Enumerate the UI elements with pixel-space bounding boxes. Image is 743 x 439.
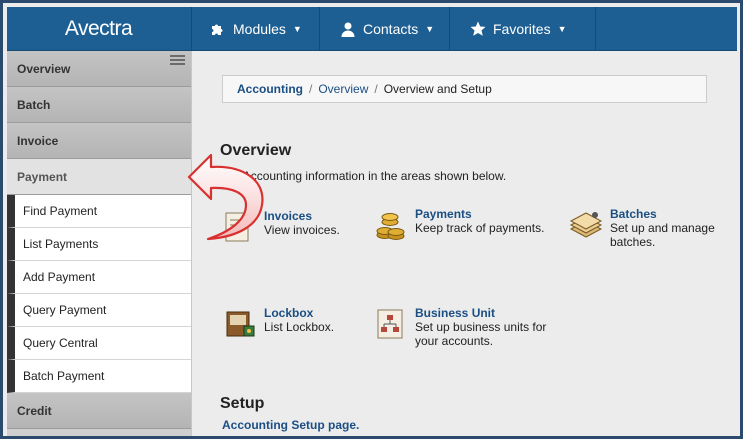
sidebar-subitem-query-central[interactable]: Query Central — [7, 327, 191, 360]
accounting-setup-link[interactable]: Accounting Setup page. — [222, 418, 359, 432]
sidebar-subitem-add-payment[interactable]: Add Payment — [7, 261, 191, 294]
batch-papers-icon — [569, 212, 603, 238]
sidebar-item-payment[interactable]: Payment — [7, 159, 191, 195]
tile-business-unit[interactable]: Business Unit Set up business units for … — [373, 306, 546, 348]
breadcrumb-overview-link[interactable]: Overview — [318, 82, 368, 96]
sidebar-subitem-batch-payment[interactable]: Batch Payment — [7, 360, 191, 393]
tile-title[interactable]: Business Unit — [415, 306, 546, 320]
person-icon — [341, 22, 355, 37]
tile-description: Keep track of payments. — [415, 221, 545, 235]
breadcrumb-accounting-link[interactable]: Accounting — [237, 82, 303, 96]
sidebar-subitem-label: Find Payment — [23, 204, 98, 218]
tile-title[interactable]: Payments — [415, 207, 544, 221]
sidebar-subitem-label: Query Payment — [23, 303, 107, 317]
curved-arrow-icon — [187, 153, 264, 241]
contacts-label: Contacts — [363, 21, 419, 37]
chevron-down-icon: ▼ — [557, 24, 567, 34]
breadcrumb-separator: / — [309, 82, 313, 96]
favorites-label: Favorites — [493, 21, 551, 37]
breadcrumb-separator: / — [374, 82, 378, 96]
top-navigation-bar: Avectra Modules ▼ Contacts ▼ Favorites ▼ — [7, 7, 737, 51]
tile-description-line1: Set up and manage — [610, 221, 715, 235]
tile-description-line2: batches. — [610, 235, 656, 249]
brand-logo[interactable]: Avectra — [7, 7, 190, 51]
tile-payments[interactable]: Payments Keep track of payments. — [373, 207, 544, 243]
setup-heading: Setup — [220, 395, 265, 412]
puzzle-icon — [212, 24, 223, 35]
tile-description-line2: your accounts. — [415, 334, 494, 348]
sidebar-subitem-label: Query Central — [23, 336, 98, 350]
sidebar: Overview Batch Invoice Payment Find Paym… — [7, 51, 191, 436]
main-content: Accounting / Overview / Overview and Set… — [191, 51, 737, 436]
modules-menu-button[interactable]: Modules ▼ — [191, 7, 319, 51]
tile-batches[interactable]: Batches Set up and manage batches. — [568, 207, 715, 249]
sidebar-item-label: Credit — [17, 403, 52, 418]
sidebar-item-label: Batch — [17, 97, 51, 112]
window-frame: Avectra Modules ▼ Contacts ▼ Favorites ▼ — [0, 0, 743, 439]
chevron-down-icon: ▼ — [292, 24, 302, 34]
topbar-empty-area — [595, 7, 737, 51]
sidebar-subitem-find-payment[interactable]: Find Payment — [7, 195, 191, 228]
star-icon — [470, 21, 486, 36]
breadcrumb-current: Overview and Setup — [383, 82, 492, 96]
business-unit-chart-icon — [377, 309, 403, 339]
sidebar-item-credit[interactable]: Credit — [7, 393, 191, 429]
tile-title[interactable]: Lockbox — [264, 306, 334, 320]
sidebar-item-invoice[interactable]: Invoice — [7, 123, 191, 159]
tile-lockbox[interactable]: Lockbox List Lockbox. — [222, 306, 334, 342]
sidebar-subitem-label: Batch Payment — [23, 369, 105, 383]
sidebar-subitem-query-payment[interactable]: Query Payment — [7, 294, 191, 327]
sidebar-item-overview[interactable]: Overview — [7, 51, 191, 87]
breadcrumb: Accounting / Overview / Overview and Set… — [222, 75, 707, 103]
tile-description-line1: Set up business units for — [415, 320, 547, 334]
sidebar-subitem-label: Add Payment — [23, 270, 96, 284]
coins-icon — [376, 213, 405, 240]
sidebar-item-batch[interactable]: Batch — [7, 87, 191, 123]
sidebar-item-label: Invoice — [17, 133, 59, 148]
sidebar-item-label: Payment — [17, 169, 68, 184]
tile-description: List Lockbox. — [264, 320, 335, 334]
menu-icon[interactable] — [170, 55, 185, 65]
lockbox-icon — [226, 311, 255, 337]
modules-label: Modules — [233, 21, 286, 37]
sidebar-subitem-list-payments[interactable]: List Payments — [7, 228, 191, 261]
tile-title[interactable]: Batches — [610, 207, 715, 221]
favorites-menu-button[interactable]: Favorites ▼ — [449, 7, 595, 51]
sidebar-item-label: Overview — [17, 61, 71, 76]
chevron-down-icon: ▼ — [425, 24, 435, 34]
sidebar-subitem-label: List Payments — [23, 237, 99, 251]
contacts-menu-button[interactable]: Contacts ▼ — [319, 7, 449, 51]
